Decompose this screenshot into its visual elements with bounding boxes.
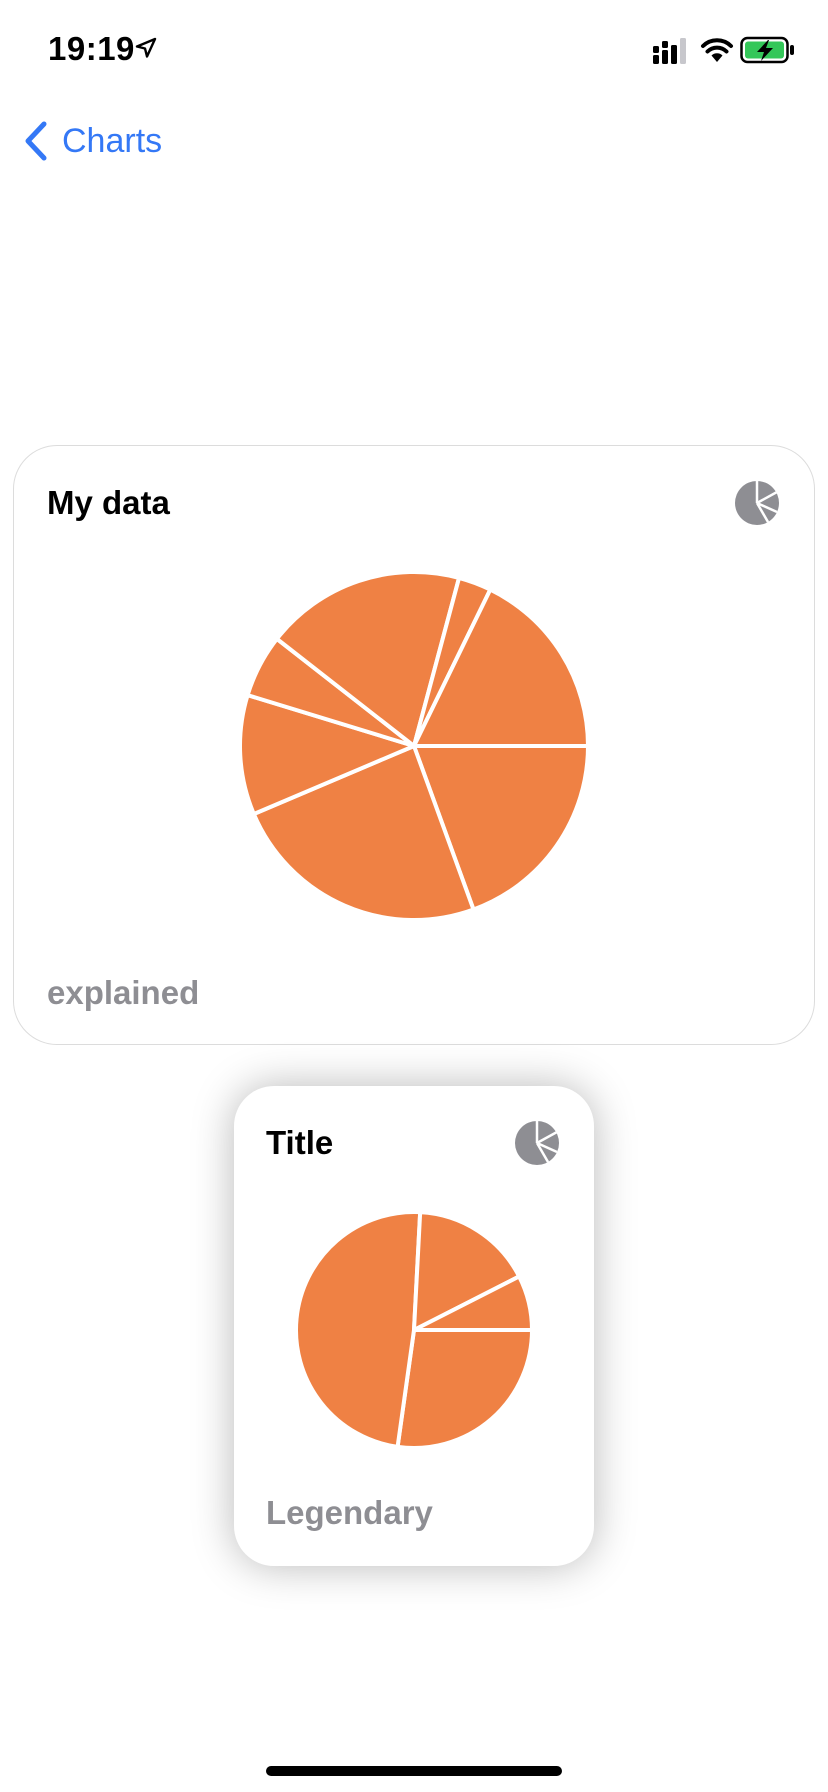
battery-charging-icon <box>740 36 794 64</box>
pie-slice <box>294 1210 423 1449</box>
wifi-icon <box>701 38 733 62</box>
pie-chart-icon <box>515 1121 559 1165</box>
pie-chart-small <box>294 1210 534 1450</box>
home-indicator <box>266 1766 562 1776</box>
back-button-label: Charts <box>62 121 163 160</box>
pie-chart-icon <box>735 481 779 525</box>
chevron-left-icon <box>25 121 47 161</box>
card-title: Title <box>266 1124 334 1161</box>
card-subtitle: Legendary <box>266 1494 433 1531</box>
back-button[interactable]: Charts <box>22 118 162 164</box>
chart-card-large[interactable]: My data explained <box>13 445 815 1045</box>
location-arrow-icon <box>135 37 157 58</box>
chart-card-small[interactable]: Title Legendary <box>234 1086 594 1566</box>
screen: 19:19 Charts My data explained Title Leg… <box>0 0 828 1792</box>
status-time: 19:19 <box>48 30 135 67</box>
card-title: My data <box>47 484 170 521</box>
card-subtitle: explained <box>47 974 200 1011</box>
status-bar: 19:19 <box>0 0 828 100</box>
pie-slice <box>395 1328 534 1450</box>
pie-chart-large <box>238 570 590 922</box>
cellular-signal-icon <box>653 38 686 64</box>
